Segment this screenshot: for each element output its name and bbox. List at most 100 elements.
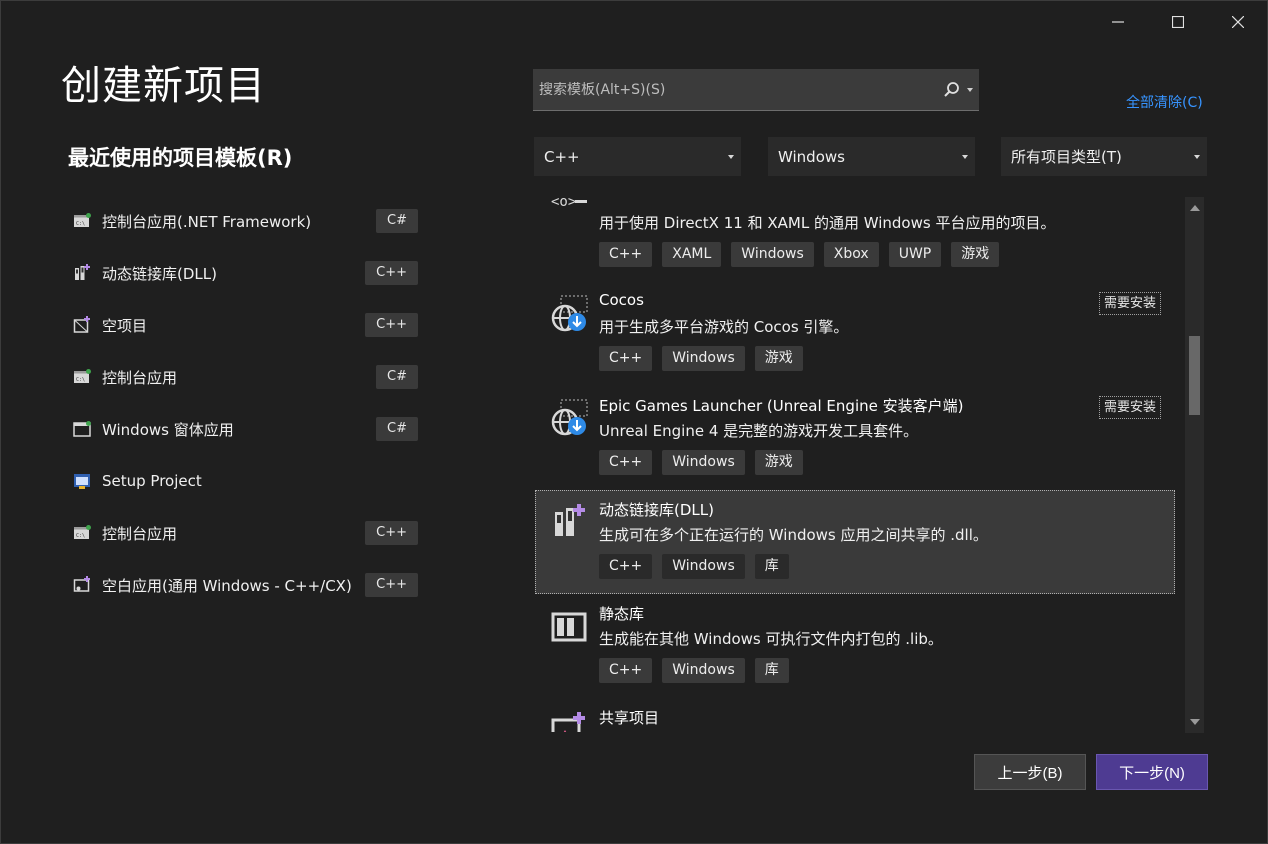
template-item[interactable]: Epic Games Launcher (Unreal Engine 安装客户端…: [535, 386, 1175, 490]
template-tag: XAML: [662, 242, 722, 267]
windows-forms-icon: [73, 421, 91, 437]
search-box[interactable]: [533, 69, 979, 111]
template-tag: UWP: [888, 242, 942, 267]
language-tag: C++: [365, 261, 418, 285]
recent-template-icon: [72, 315, 92, 335]
recent-template-icon: C:\: [72, 211, 92, 231]
recent-template-item[interactable]: 空项目 C++: [67, 299, 423, 351]
clear-all-link[interactable]: 全部清除(C): [1126, 92, 1203, 112]
search-options-chevron-icon[interactable]: [967, 88, 973, 92]
recent-template-icon: C:\: [72, 367, 92, 387]
blank-app-icon: [73, 576, 90, 592]
template-icon: [549, 294, 589, 334]
scroll-up-arrow-icon[interactable]: [1190, 205, 1200, 211]
create-project-window: 创建新项目 最近使用的项目模板(R) C:\ 控制台应用(.NET Framewo…: [0, 0, 1268, 844]
recent-template-item[interactable]: Windows 窗体应用 C#: [67, 403, 423, 455]
console-app-icon: C:\: [74, 525, 91, 539]
search-icon[interactable]: [943, 81, 961, 99]
recent-template-item[interactable]: 动态链接库(DLL) C++: [67, 247, 423, 299]
template-tag: C++: [599, 554, 653, 579]
template-icon: [549, 398, 589, 438]
project-type-filter-value: 所有项目类型(T): [1011, 148, 1122, 166]
template-icon: [549, 502, 589, 542]
template-tag: Windows: [662, 554, 745, 579]
template-description: Unreal Engine 4 是完整的游戏开发工具套件。: [599, 422, 919, 440]
template-name: Epic Games Launcher (Unreal Engine 安装客户端…: [599, 397, 964, 415]
template-tag: Windows: [662, 658, 745, 683]
shared-project-icon: [551, 712, 585, 732]
template-name: Cocos: [599, 291, 644, 309]
template-tag: 游戏: [951, 242, 1000, 267]
next-button[interactable]: 下一步(N): [1096, 754, 1208, 790]
template-description: 用于使用 DirectX 11 和 XAML 的通用 Windows 平台应用的…: [599, 214, 1056, 232]
template-tag: 游戏: [754, 450, 803, 475]
template-name: 静态库: [599, 605, 645, 623]
template-tag: Windows: [662, 346, 745, 371]
template-icon: <o>: [549, 190, 589, 230]
globe-download-icon: [551, 295, 588, 332]
language-tag: C++: [365, 313, 418, 337]
dll-icon: [555, 504, 585, 536]
recent-template-item[interactable]: C:\ 控制台应用 C#: [67, 351, 423, 403]
svg-text:<o>: <o>: [551, 194, 576, 210]
directx-icon: <o>: [551, 194, 587, 210]
recent-template-item[interactable]: C:\ 控制台应用 C++: [67, 507, 423, 559]
platform-filter-dropdown[interactable]: Windows: [768, 137, 975, 176]
template-item[interactable]: <o> 用于使用 DirectX 11 和 XAML 的通用 Windows 平台…: [535, 186, 1175, 282]
language-tag: C++: [365, 573, 418, 597]
template-name: 动态链接库(DLL): [599, 501, 714, 519]
empty-project-icon: [73, 316, 90, 333]
recent-template-icon: [72, 263, 92, 283]
chevron-down-icon: [728, 155, 734, 159]
recent-template-item[interactable]: C:\ 控制台应用(.NET Framework) C#: [67, 195, 423, 247]
language-tag: C++: [365, 521, 418, 545]
template-list-scrollbar[interactable]: [1185, 197, 1204, 733]
recent-template-label: 空白应用(通用 Windows - C++/CX): [102, 576, 352, 595]
maximize-button[interactable]: [1155, 7, 1201, 37]
template-item[interactable]: 共享项目使用“共享多目”项目在多个项目之间共享文件: [535, 698, 1175, 732]
recent-template-item[interactable]: 空白应用(通用 Windows - C++/CX) C++: [67, 559, 423, 611]
template-tag: 游戏: [754, 346, 803, 371]
template-list: <o> 用于使用 DirectX 11 和 XAML 的通用 Windows 平台…: [535, 186, 1175, 732]
platform-filter-value: Windows: [778, 147, 845, 166]
language-filter-value: C++: [544, 147, 580, 166]
dll-icon: [75, 264, 90, 280]
language-tag: C#: [376, 417, 418, 441]
template-description: 用于生成多平台游戏的 Cocos 引擎。: [599, 318, 849, 336]
template-item[interactable]: 静态库 生成能在其他 Windows 可执行文件内打包的 .lib。 C++ Wind…: [535, 594, 1175, 698]
template-tags: C++ XAML Windows Xbox UWP 游戏: [599, 242, 1000, 267]
recent-templates-list: C:\ 控制台应用(.NET Framework) C# 动态链接库(DLL) C++ 空…: [67, 195, 423, 611]
language-tag: C#: [376, 365, 418, 389]
template-tag: Windows: [662, 450, 745, 475]
language-tag: C#: [376, 209, 418, 233]
template-item[interactable]: Cocos 用于生成多平台游戏的 Cocos 引擎。 需要安装 C++ Windows 游…: [535, 282, 1175, 386]
recent-template-item[interactable]: Setup Project: [67, 455, 423, 507]
language-filter-dropdown[interactable]: C++: [534, 137, 741, 176]
scrollbar-thumb[interactable]: [1189, 336, 1200, 416]
back-button[interactable]: 上一步(B): [974, 754, 1086, 790]
template-item[interactable]: 动态链接库(DLL) 生成可在多个正在运行的 Windows 应用之间共享的 .d…: [535, 490, 1175, 594]
template-description: 生成可在多个正在运行的 Windows 应用之间共享的 .dll。: [599, 526, 988, 544]
recent-template-icon: [72, 419, 92, 439]
template-tag: Windows: [731, 242, 814, 267]
svg-text:C:\: C:\: [76, 377, 85, 383]
close-window-button[interactable]: [1215, 7, 1261, 37]
template-tag: 库: [754, 658, 789, 683]
search-input[interactable]: [533, 81, 923, 98]
recent-templates-heading: 最近使用的项目模板(R): [68, 146, 293, 170]
template-tag: C++: [599, 346, 653, 371]
chevron-down-icon: [962, 155, 968, 159]
minimize-icon: [1112, 21, 1124, 23]
minimize-button[interactable]: [1095, 7, 1141, 37]
page-title: 创建新项目: [61, 63, 266, 109]
template-tags: C++ Windows 库: [599, 554, 789, 579]
close-icon: [1232, 16, 1244, 28]
template-name: 共享项目: [599, 709, 660, 727]
recent-template-label: 控制台应用: [102, 524, 178, 543]
project-type-filter-dropdown[interactable]: 所有项目类型(T): [1001, 137, 1207, 176]
recent-template-label: 动态链接库(DLL): [102, 264, 217, 283]
static-lib-icon: [551, 612, 587, 642]
recent-template-label: 控制台应用(.NET Framework): [102, 212, 312, 231]
scroll-down-arrow-icon[interactable]: [1190, 719, 1200, 725]
template-tag: C++: [599, 658, 653, 683]
